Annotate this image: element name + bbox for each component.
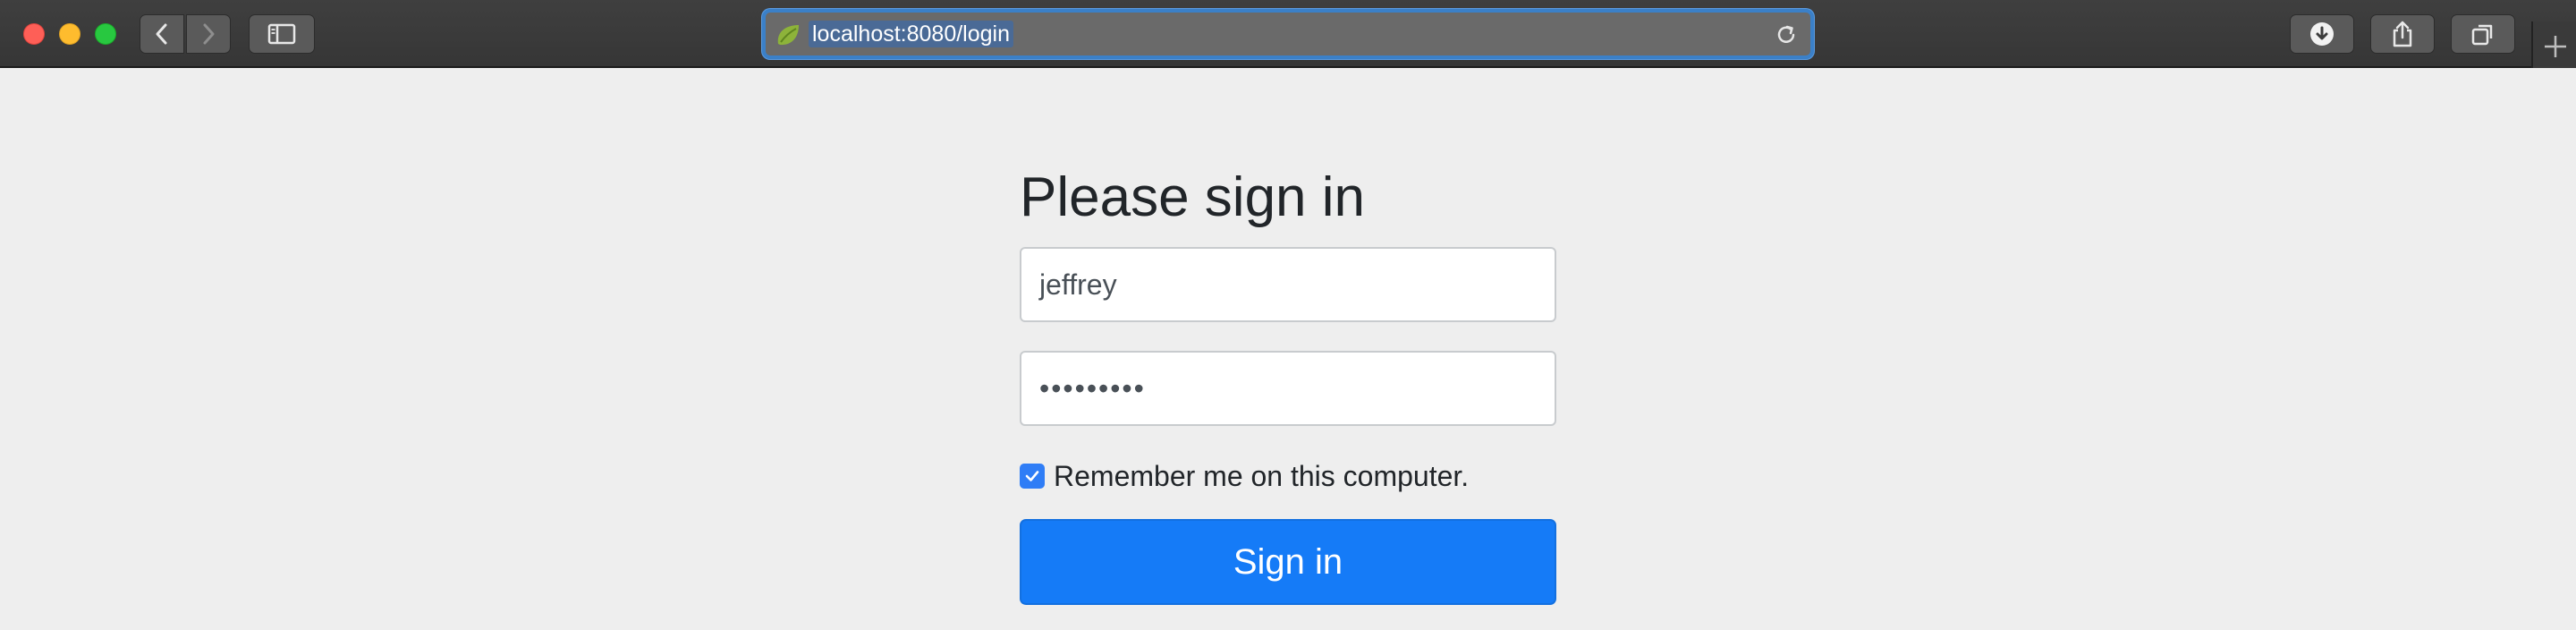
sidebar-toggle-button[interactable] bbox=[249, 14, 315, 54]
browser-toolbar: localhost:8080/login bbox=[0, 0, 2576, 68]
chevron-left-icon bbox=[156, 23, 167, 45]
forward-button[interactable] bbox=[186, 14, 231, 54]
chevron-right-icon bbox=[203, 23, 215, 45]
remember-me-checkbox[interactable] bbox=[1020, 464, 1045, 489]
share-icon bbox=[2393, 21, 2412, 47]
remember-me-row: Remember me on this computer. bbox=[1020, 458, 1556, 494]
zoom-window-button[interactable] bbox=[95, 23, 116, 45]
remember-me-label[interactable]: Remember me on this computer. bbox=[1054, 460, 1469, 493]
url-text: localhost:8080/login bbox=[809, 21, 1013, 47]
spring-leaf-icon bbox=[777, 25, 799, 46]
page-heading: Please sign in bbox=[1020, 166, 1366, 228]
share-button[interactable] bbox=[2370, 14, 2435, 54]
close-window-button[interactable] bbox=[23, 23, 45, 45]
minimize-window-button[interactable] bbox=[59, 23, 80, 45]
plus-icon bbox=[2545, 36, 2566, 57]
sidebar-icon bbox=[267, 23, 296, 45]
download-icon bbox=[2310, 22, 2334, 46]
back-button[interactable] bbox=[140, 14, 184, 54]
checkmark-icon bbox=[1025, 471, 1039, 481]
tabs-icon bbox=[2471, 24, 2493, 46]
reload-icon[interactable] bbox=[1775, 23, 1798, 47]
username-input[interactable]: jeffrey bbox=[1020, 247, 1556, 322]
sign-in-button[interactable]: Sign in bbox=[1020, 519, 1556, 605]
downloads-button[interactable] bbox=[2290, 14, 2354, 54]
address-bar[interactable]: localhost:8080/login bbox=[762, 9, 1814, 59]
new-tab-button[interactable] bbox=[2531, 21, 2576, 68]
password-input[interactable]: ••••••••• bbox=[1020, 351, 1556, 426]
login-form: Please sign in jeffrey ••••••••• Remembe… bbox=[1020, 158, 1556, 605]
tab-overview-button[interactable] bbox=[2451, 14, 2515, 54]
